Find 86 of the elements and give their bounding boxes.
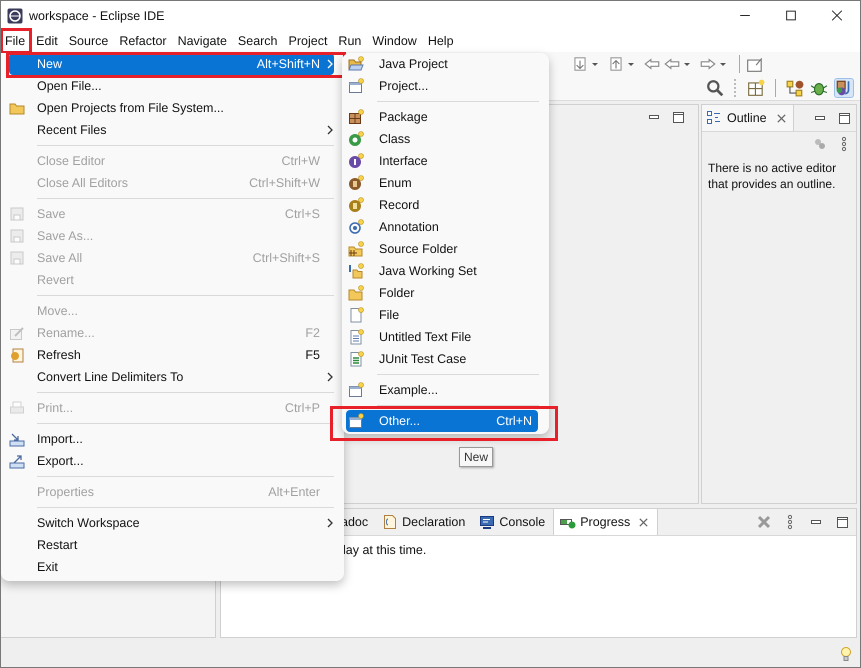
document-icon — [348, 329, 364, 345]
chevron-icon — [326, 517, 334, 529]
panel-tab[interactable]: Progress — [553, 509, 658, 535]
menu-item[interactable]: Example... — [346, 379, 538, 401]
package-icon — [348, 109, 364, 125]
menu-item[interactable]: Source Folder — [346, 238, 538, 260]
close-icon[interactable] — [638, 516, 650, 528]
menu-item[interactable]: Enum — [346, 172, 538, 194]
menu-bar-item[interactable]: Help — [424, 31, 459, 51]
menu-bar-item[interactable]: File — [1, 31, 30, 51]
menu-item[interactable]: Class — [346, 128, 538, 150]
monitor-icon — [479, 514, 496, 530]
menu-item[interactable]: Exit — [9, 556, 334, 578]
menu-item[interactable]: Import... — [9, 428, 334, 450]
document-icon — [9, 347, 25, 363]
search-icon[interactable] — [706, 79, 724, 97]
document-icon — [348, 351, 364, 367]
chevron-icon — [326, 371, 334, 383]
panel-tab[interactable]: Declaration — [376, 509, 474, 535]
tray-arrow-icon — [9, 453, 25, 469]
folder-icon — [348, 285, 364, 301]
window-icon — [348, 382, 364, 398]
menu-item[interactable]: Untitled Text File — [346, 326, 538, 348]
chevron-icon — [326, 58, 334, 70]
menu-item[interactable]: Recent Files — [9, 119, 334, 141]
maximize-icon[interactable] — [836, 110, 852, 126]
window-icon — [348, 413, 364, 429]
window-icon[interactable] — [746, 55, 764, 73]
app-icon — [7, 8, 23, 24]
menu-item[interactable]: Convert Line Delimiters To — [9, 366, 334, 388]
menu-item[interactable]: File — [346, 304, 538, 326]
folder-icon — [348, 56, 364, 72]
menu-bar-item[interactable]: Search — [234, 31, 283, 51]
circle-icon — [348, 197, 364, 213]
menu-item[interactable]: Switch Workspace — [9, 512, 334, 534]
menu-item[interactable]: Package — [346, 106, 538, 128]
menu-item[interactable]: Java Working Set — [346, 260, 538, 282]
hierarchy-icon[interactable] — [786, 79, 804, 97]
menu-item[interactable]: Refresh F5 — [9, 344, 334, 366]
window-title: workspace - Eclipse IDE — [29, 8, 164, 22]
document-icon — [382, 514, 398, 530]
panel-tab[interactable]: Console — [473, 509, 554, 535]
menu-item[interactable]: Export... — [9, 450, 334, 472]
menu-bar-item[interactable]: Refactor — [115, 31, 172, 51]
maximize-icon[interactable] — [670, 109, 686, 125]
menu-item[interactable]: Record — [346, 194, 538, 216]
outline-message: There is no active editor that provides an outline. — [708, 160, 838, 192]
menu-item[interactable]: New Alt+Shift+N — [9, 53, 334, 75]
menu-bar-item[interactable]: Source — [64, 31, 114, 51]
printer-icon — [9, 400, 25, 416]
menu-bar-item[interactable]: Run — [334, 31, 366, 51]
menu-bar-item[interactable]: Navigate — [174, 31, 232, 51]
menu-item[interactable]: Open Projects from File System... — [9, 97, 334, 119]
menu-item[interactable]: Interface — [346, 150, 538, 172]
menu-bar-item[interactable]: Project — [284, 31, 332, 51]
tooltip: New — [459, 447, 494, 467]
outline-icon — [706, 110, 722, 126]
menu-item[interactable]: Annotation — [346, 216, 538, 238]
java-perspective-icon[interactable] — [834, 78, 854, 98]
menu-item[interactable]: Other... Ctrl+N — [346, 410, 538, 432]
circle-icon — [348, 153, 364, 169]
menu-bar-item[interactable]: Edit — [32, 31, 63, 51]
tray-arrow-icon — [9, 431, 25, 447]
chevron-icon — [326, 124, 334, 136]
menu-bar-item[interactable]: Window — [368, 31, 422, 51]
progress-message: lay at this time. — [343, 543, 426, 557]
menu-item[interactable]: Folder — [346, 282, 538, 304]
maximize-icon[interactable] — [834, 514, 850, 530]
table-icon[interactable] — [747, 79, 765, 97]
circle-icon — [348, 175, 364, 191]
menu-item[interactable]: JUnit Test Case — [346, 348, 538, 370]
lightbulb-icon[interactable] — [838, 646, 854, 662]
document-icon — [348, 307, 364, 323]
close-icon[interactable] — [776, 112, 787, 124]
outline-tab[interactable]: Outline — [702, 105, 794, 131]
menu-item[interactable]: Java Project — [346, 53, 538, 75]
menu-item[interactable]: Restart — [9, 534, 334, 556]
window-icon — [348, 78, 364, 94]
pencil-icon — [9, 325, 25, 341]
menu-item[interactable]: Open File... — [9, 75, 334, 97]
circle-icon — [348, 131, 364, 147]
folder-icon — [348, 241, 364, 257]
menu-item[interactable]: Project... — [346, 75, 538, 97]
at-sign-icon — [348, 219, 364, 235]
folder-icon — [348, 263, 364, 279]
dots-icon[interactable] — [812, 136, 828, 152]
